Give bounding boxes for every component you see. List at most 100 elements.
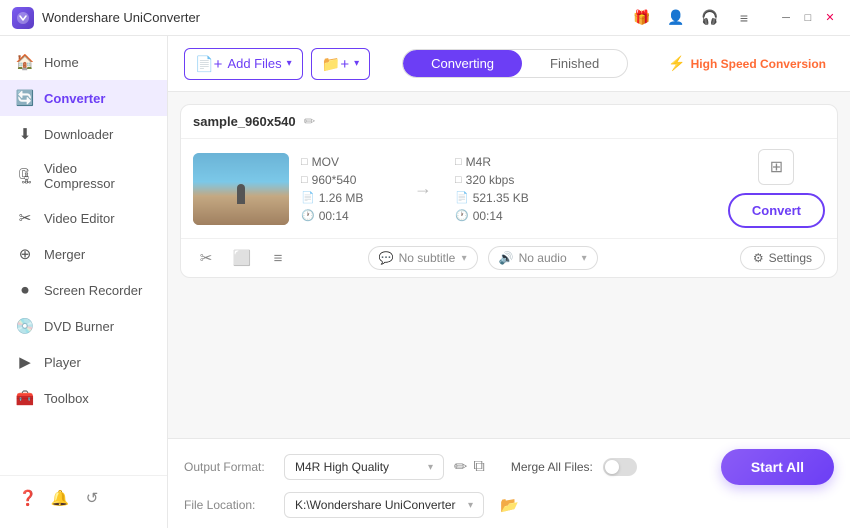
- audio-label: No audio: [519, 251, 567, 265]
- maximize-button[interactable]: □: [800, 10, 816, 26]
- minimize-button[interactable]: ─: [778, 10, 794, 26]
- gift-icon[interactable]: 🎁: [628, 4, 656, 32]
- user-icon[interactable]: 👤: [662, 4, 690, 32]
- sidebar-item-dvd-burner[interactable]: 💿 DVD Burner: [0, 308, 167, 344]
- menu-icon[interactable]: ≡: [730, 4, 758, 32]
- output-format: M4R: [466, 155, 491, 169]
- help-icon[interactable]: ❓: [14, 484, 42, 512]
- effects-icon[interactable]: ≡: [265, 245, 291, 271]
- size-icon: 📄: [301, 191, 315, 204]
- bell-icon[interactable]: 🔔: [46, 484, 74, 512]
- video-compressor-icon: 🗜: [16, 167, 34, 185]
- sidebar-label-video-compressor: Video Compressor: [44, 161, 151, 191]
- add-folder-icon: 📁+: [322, 55, 349, 73]
- content-area: 📄+ Add Files ▾ 📁+ ▾ Converting Finished …: [168, 36, 850, 528]
- merger-icon: ⊕: [16, 245, 34, 263]
- output-format-select[interactable]: M4R High Quality ▾: [284, 454, 444, 480]
- sidebar-item-home[interactable]: 🏠 Home: [0, 44, 167, 80]
- sidebar-item-downloader[interactable]: ⬇ Downloader: [0, 116, 167, 152]
- source-info: □ MOV □ 960*540 📄 1.26 MB 🕐: [301, 155, 391, 223]
- output-duration-icon: 🕐: [455, 209, 469, 222]
- add-folder-chevron: ▾: [354, 58, 359, 69]
- format-chevron: ▾: [428, 462, 433, 473]
- location-chevron: ▾: [468, 500, 473, 511]
- headset-icon[interactable]: 🎧: [696, 4, 724, 32]
- settings-label: Settings: [769, 251, 812, 265]
- high-speed-conversion-button[interactable]: ⚡ High Speed Conversion: [660, 50, 834, 77]
- sidebar-item-video-editor[interactable]: ✂ Video Editor: [0, 200, 167, 236]
- sidebar-item-screen-recorder[interactable]: ⏺ Screen Recorder: [0, 272, 167, 308]
- tab-group: Converting Finished: [378, 49, 652, 78]
- audio-chevron: ▾: [582, 253, 587, 264]
- sidebar-label-downloader: Downloader: [44, 127, 113, 142]
- copy-format-icon[interactable]: ⧉: [473, 458, 484, 476]
- sidebar-item-player[interactable]: ▶ Player: [0, 344, 167, 380]
- file-options-icon[interactable]: ⊞: [758, 149, 794, 185]
- screen-recorder-icon: ⏺: [16, 281, 34, 299]
- add-files-icon: 📄+: [195, 55, 222, 73]
- sidebar-item-toolbox[interactable]: 🧰 Toolbox: [0, 380, 167, 416]
- browse-folder-icon[interactable]: 📂: [500, 496, 519, 514]
- output-info: □ M4R □ 320 kbps 📄 521.35 KB 🕐: [455, 155, 575, 223]
- add-folder-button[interactable]: 📁+ ▾: [311, 48, 370, 80]
- lightning-icon: ⚡: [668, 55, 685, 72]
- sidebar-label-home: Home: [44, 55, 79, 70]
- audio-select[interactable]: 🔊 No audio ▾: [488, 246, 598, 270]
- sidebar: 🏠 Home 🔄 Converter ⬇ Downloader 🗜 Video …: [0, 36, 168, 528]
- merge-toggle[interactable]: [603, 458, 637, 476]
- output-bitrate-icon: □: [455, 174, 462, 186]
- toolbox-icon: 🧰: [16, 389, 34, 407]
- sidebar-label-screen-recorder: Screen Recorder: [44, 283, 142, 298]
- tab-converting[interactable]: Converting: [403, 50, 522, 77]
- sidebar-item-merger[interactable]: ⊕ Merger: [0, 236, 167, 272]
- crop-icon[interactable]: ⬜: [229, 245, 255, 271]
- file-name: sample_960x540: [193, 114, 296, 129]
- settings-button[interactable]: ⚙ Settings: [740, 246, 825, 270]
- add-files-chevron: ▾: [287, 58, 292, 69]
- convert-button[interactable]: Convert: [728, 193, 825, 228]
- close-button[interactable]: ✕: [822, 10, 838, 26]
- refresh-icon[interactable]: ↺: [78, 484, 106, 512]
- toggle-knob: [605, 460, 619, 474]
- app-body: 🏠 Home 🔄 Converter ⬇ Downloader 🗜 Video …: [0, 36, 850, 528]
- format-icon: □: [301, 156, 308, 168]
- titlebar: Wondershare UniConverter 🎁 👤 🎧 ≡ ─ □ ✕: [0, 0, 850, 36]
- output-bitrate: 320 kbps: [466, 173, 515, 187]
- dvd-burner-icon: 💿: [16, 317, 34, 335]
- location-value: K:\Wondershare UniConverter: [295, 498, 456, 512]
- video-thumbnail: [193, 153, 289, 225]
- sidebar-label-video-editor: Video Editor: [44, 211, 115, 226]
- output-format-icon: □: [455, 156, 462, 168]
- source-format: MOV: [312, 155, 339, 169]
- bottom-bar: Output Format: M4R High Quality ▾ ✏ ⧉ Me…: [168, 438, 850, 528]
- file-location-select[interactable]: K:\Wondershare UniConverter ▾: [284, 492, 484, 518]
- downloader-icon: ⬇: [16, 125, 34, 143]
- arrow-area: →: [403, 178, 443, 199]
- settings-gear-icon: ⚙: [753, 251, 764, 265]
- add-files-label: Add Files: [227, 56, 281, 71]
- tabs-container: Converting Finished: [402, 49, 628, 78]
- sidebar-item-converter[interactable]: 🔄 Converter: [0, 80, 167, 116]
- file-card-body: □ MOV □ 960*540 📄 1.26 MB 🕐: [181, 139, 837, 238]
- start-all-button[interactable]: Start All: [721, 449, 834, 485]
- file-location-row: File Location: K:\Wondershare UniConvert…: [184, 492, 834, 518]
- subtitle-select[interactable]: 💬 No subtitle ▾: [368, 246, 478, 270]
- scissors-icon[interactable]: ✂: [193, 245, 219, 271]
- file-location-label: File Location:: [184, 498, 274, 512]
- format-value: M4R High Quality: [295, 460, 389, 474]
- output-format-row: □ M4R: [455, 155, 575, 169]
- source-format-row: □ MOV: [301, 155, 391, 169]
- tab-finished[interactable]: Finished: [522, 50, 627, 77]
- source-duration: 00:14: [319, 209, 349, 223]
- edit-format-icon[interactable]: ✏: [454, 457, 467, 477]
- sidebar-bottom: ❓ 🔔 ↺: [0, 475, 167, 520]
- output-duration-row: 🕐 00:14: [455, 209, 575, 223]
- sidebar-item-video-compressor[interactable]: 🗜 Video Compressor: [0, 152, 167, 200]
- output-bitrate-row: □ 320 kbps: [455, 173, 575, 187]
- edit-filename-icon[interactable]: ✏: [304, 113, 316, 130]
- sidebar-label-dvd-burner: DVD Burner: [44, 319, 114, 334]
- arrow-right-icon: →: [414, 178, 432, 199]
- file-card-header: sample_960x540 ✏: [181, 105, 837, 139]
- sidebar-label-player: Player: [44, 355, 81, 370]
- add-files-button[interactable]: 📄+ Add Files ▾: [184, 48, 303, 80]
